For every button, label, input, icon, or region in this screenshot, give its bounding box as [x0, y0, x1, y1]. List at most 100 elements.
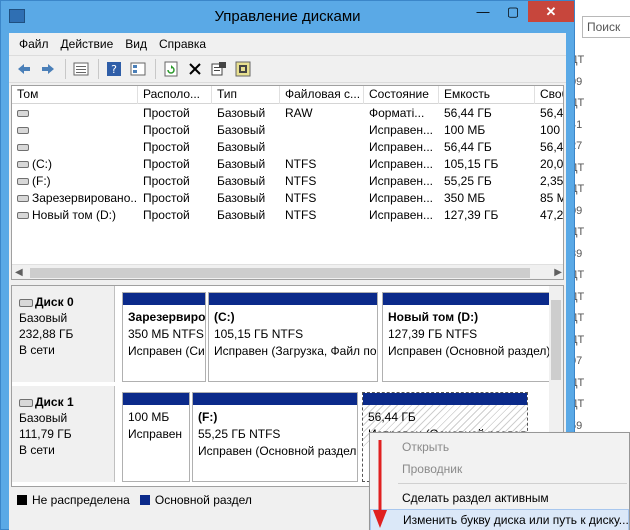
volume-name: (C:): [32, 157, 52, 171]
scroll-thumb[interactable]: [30, 268, 530, 278]
scroll-right-icon[interactable]: ▶: [554, 267, 562, 278]
legend-item-unallocated: Не распределена: [17, 493, 130, 507]
partition-status: Исправен (Основной раздел): [388, 344, 549, 358]
cell-free: 56,44: [540, 140, 564, 154]
legend-item-primary: Основной раздел: [139, 493, 252, 507]
cell-volume: [12, 139, 138, 156]
partition-c[interactable]: (C:) 105,15 ГБ NTFS Исправен (Загрузка, …: [208, 292, 378, 382]
delete-icon[interactable]: [184, 58, 206, 80]
menu-item-change-drive-letter[interactable]: Изменить букву диска или путь к диску...: [370, 509, 629, 530]
cell-capacity: 127,39 ГБ: [444, 208, 499, 222]
partition-bar: [123, 293, 205, 305]
cell-volume: (C:): [12, 156, 138, 173]
forward-arrow-icon[interactable]: [37, 58, 59, 80]
disk-type: Базовый: [19, 311, 68, 325]
bg-cell: 09: [570, 75, 583, 88]
partition-name: (F:): [198, 410, 218, 424]
menu-separator: [398, 483, 627, 484]
disk-info-1[interactable]: Диск 1 Базовый 111,79 ГБ В сети: [12, 386, 115, 482]
disk-wizard-icon[interactable]: [232, 58, 254, 80]
column-header-type[interactable]: Тип: [212, 86, 280, 104]
legend-label: Основной раздел: [154, 493, 252, 507]
partition-size: 100 МБ: [128, 410, 170, 424]
help-icon[interactable]: ?: [103, 58, 125, 80]
cell-status: Исправен...: [369, 123, 434, 137]
column-header-free[interactable]: Своб: [535, 86, 563, 104]
cell-type: Базовый: [217, 191, 266, 205]
background-search-input[interactable]: Поиск: [582, 16, 630, 38]
bg-cell: 07: [570, 355, 583, 367]
partition-status: Исправен (Си: [128, 344, 205, 358]
volume-list-header: Том Располо... Тип Файловая с... Состоян…: [12, 86, 563, 104]
column-header-layout[interactable]: Располо...: [138, 86, 212, 104]
partition-status: Исправен (Загрузка, Файл по: [214, 344, 377, 358]
bg-cell: 27: [570, 140, 583, 152]
menu-item-mark-active[interactable]: Сделать раздел активным: [370, 487, 629, 509]
menu-help[interactable]: Справка: [153, 37, 212, 51]
back-arrow-icon[interactable]: [13, 58, 35, 80]
table-row[interactable]: (F:) Простой Базовый NTFS Исправен... 55…: [12, 173, 563, 190]
minimize-button[interactable]: —: [468, 1, 498, 22]
refresh-icon[interactable]: [160, 58, 182, 80]
table-row[interactable]: (C:) Простой Базовый NTFS Исправен... 10…: [12, 156, 563, 173]
column-header-status[interactable]: Состояние: [364, 86, 439, 104]
bg-cell: 09: [570, 204, 583, 217]
menu-item-open[interactable]: Открыть: [370, 436, 629, 458]
cell-free: 56,44: [540, 106, 564, 120]
cell-type: Базовый: [217, 140, 266, 154]
table-row[interactable]: Новый том (D:) Простой Базовый NTFS Испр…: [12, 207, 563, 224]
partition-f[interactable]: (F:) 55,25 ГБ NTFS Исправен (Основной ра…: [192, 392, 358, 482]
partition-bar: [123, 393, 189, 405]
cell-capacity: 100 МБ: [444, 123, 486, 137]
toolbar: ?: [9, 55, 566, 83]
horizontal-scrollbar[interactable]: ◀ ▶: [12, 264, 563, 279]
menu-view[interactable]: Вид: [119, 37, 153, 51]
menu-file[interactable]: Файл: [13, 37, 55, 51]
view-icon[interactable]: [127, 58, 149, 80]
menu-item-explorer[interactable]: Проводник: [370, 458, 629, 480]
disk-icon: [19, 398, 33, 407]
table-row[interactable]: Простой Базовый Исправен... 100 МБ 100 М: [12, 122, 563, 139]
disk-type: Базовый: [19, 411, 68, 425]
cell-layout: Простой: [143, 191, 190, 205]
cell-type: Базовый: [217, 106, 266, 120]
cell-volume: (F:): [12, 173, 138, 190]
menu-action[interactable]: Действие: [55, 37, 120, 51]
partition-d[interactable]: Новый том (D:) 127,39 ГБ NTFS Исправен (…: [382, 292, 550, 382]
drive-icon: [17, 127, 29, 135]
volume-name: Новый том (D:): [32, 208, 116, 222]
scroll-left-icon[interactable]: ◀: [15, 267, 23, 278]
disk-name: Диск 1: [35, 395, 74, 409]
drive-icon: [17, 144, 29, 152]
partition-size: 56,44 ГБ: [368, 410, 416, 424]
menu-bar: Файл Действие Вид Справка: [9, 33, 566, 55]
volume-list[interactable]: Том Располо... Тип Файловая с... Состоян…: [11, 85, 564, 280]
disk-info-0[interactable]: Диск 0 Базовый 232,88 ГБ В сети: [12, 286, 115, 382]
drive-icon: [17, 195, 29, 203]
table-row[interactable]: Простой Базовый Исправен... 56,44 ГБ 56,…: [12, 139, 564, 156]
title-bar[interactable]: Управление дисками — ▢ ✕: [1, 1, 574, 33]
table-row[interactable]: Зарезервировано... Простой Базовый NTFS …: [12, 190, 563, 207]
legend-swatch-blue: [139, 495, 150, 505]
cell-volume: [12, 122, 138, 139]
partition-system-100mb[interactable]: 100 МБ Исправен: [122, 392, 190, 482]
properties-list-icon[interactable]: [70, 58, 92, 80]
cell-filesystem: [280, 139, 364, 156]
cell-filesystem: NTFS: [285, 208, 317, 222]
cell-volume: Новый том (D:): [12, 207, 138, 224]
table-row[interactable]: Простой Базовый RAW Форматі... 56,44 ГБ …: [12, 105, 564, 122]
column-header-capacity[interactable]: Емкость: [439, 86, 535, 104]
close-button[interactable]: ✕: [528, 1, 574, 22]
disk-name: Диск 0: [35, 295, 74, 309]
maximize-button[interactable]: ▢: [498, 1, 528, 22]
scroll-thumb[interactable]: [551, 300, 561, 380]
legend-swatch-black: [17, 495, 27, 505]
context-menu: Открыть Проводник Сделать раздел активны…: [369, 432, 630, 530]
column-header-filesystem[interactable]: Файловая с...: [280, 86, 364, 104]
partition-size: 350 МБ NTFS: [128, 327, 204, 341]
cell-status: Исправен...: [369, 174, 434, 188]
toolbar-separator: [98, 59, 99, 79]
column-header-volume[interactable]: Том: [12, 86, 138, 104]
partition-reserved[interactable]: Зарезервиро 350 МБ NTFS Исправен (Си: [122, 292, 206, 382]
settings-icon[interactable]: [208, 58, 230, 80]
